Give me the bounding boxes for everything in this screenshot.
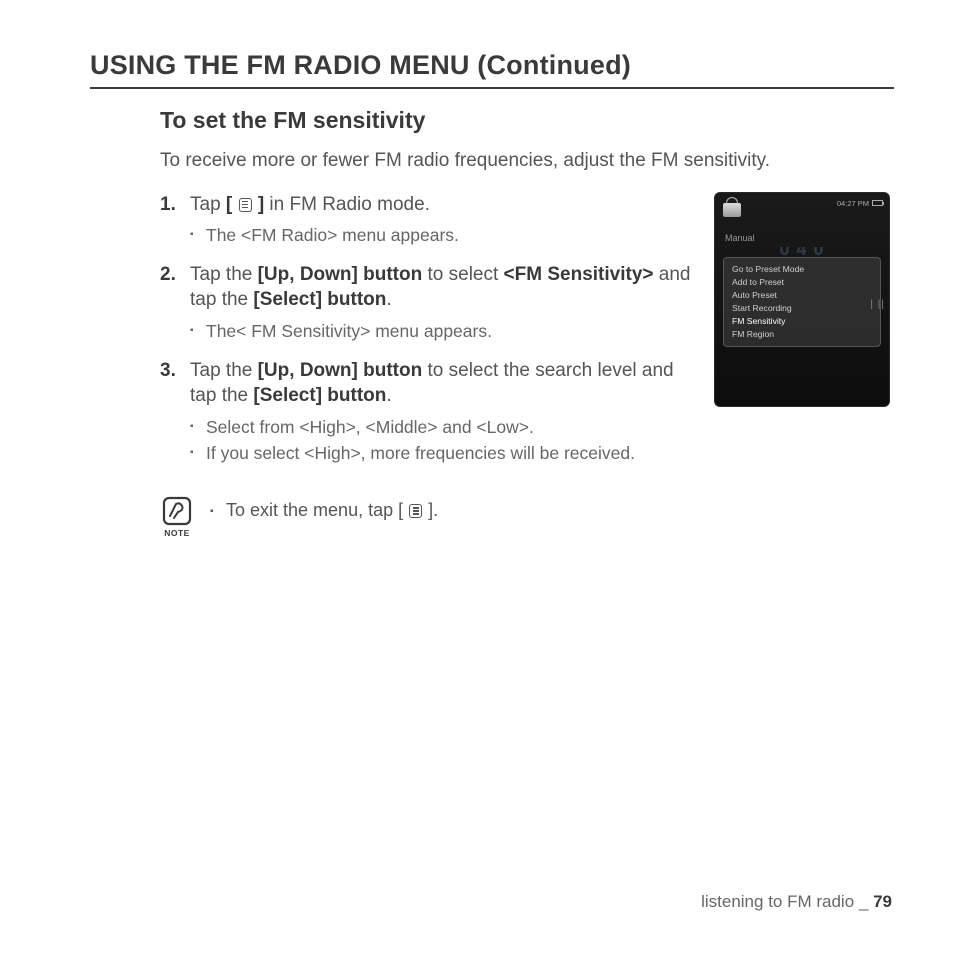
instructions-column: Tap [ ] in FM Radio mode. The <FM Radio>… xyxy=(160,192,696,538)
page-footer: listening to FM radio _ 79 xyxy=(701,892,892,912)
menu-item-preset-mode: Go to Preset Mode xyxy=(732,263,872,276)
menu-item-start-recording: Start Recording xyxy=(732,302,872,315)
signal-bars-icon: | || xyxy=(870,299,885,310)
device-mode: Manual xyxy=(715,221,889,247)
step-1-text: Tap xyxy=(190,194,226,215)
step-2-sub-1: The< FM Sensitivity> menu appears. xyxy=(190,319,696,344)
device-screenshot: 04:27 PM Manual 0 4 0 Go to Preset Mode … xyxy=(714,192,890,407)
step-1: Tap [ ] in FM Radio mode. The <FM Radio>… xyxy=(160,192,696,248)
step-2: Tap the [Up, Down] button to select <FM … xyxy=(160,262,696,344)
radio-icon xyxy=(723,203,741,217)
device-frequency: 0 4 0 xyxy=(715,247,889,255)
menu-item-fm-sensitivity: FM Sensitivity xyxy=(732,315,872,328)
menu-item-fm-region: FM Region xyxy=(732,328,872,341)
note-icon: NOTE xyxy=(160,496,194,538)
menu-icon xyxy=(409,504,422,518)
menu-item-auto-preset: Auto Preset xyxy=(732,289,872,302)
page-title: USING THE FM RADIO MENU (Continued) xyxy=(90,50,894,89)
note-text: To exit the menu, tap [ ]. xyxy=(210,496,438,521)
content-area: To set the FM sensitivity To receive mor… xyxy=(90,107,894,538)
intro-text: To receive more or fewer FM radio freque… xyxy=(160,148,894,174)
step-3-sub-2: If you select <High>, more frequencies w… xyxy=(190,441,696,466)
note-block: NOTE To exit the menu, tap [ ]. xyxy=(160,496,696,538)
battery-icon xyxy=(872,200,883,206)
section-subtitle: To set the FM sensitivity xyxy=(160,107,894,134)
step-3-sub-1: Select from <High>, <Middle> and <Low>. xyxy=(190,415,696,440)
menu-item-add-preset: Add to Preset xyxy=(732,276,872,289)
step-1-sub-1: The <FM Radio> menu appears. xyxy=(190,223,696,248)
device-menu-popup: Go to Preset Mode Add to Preset Auto Pre… xyxy=(723,257,881,347)
device-time: 04:27 PM xyxy=(837,199,869,208)
menu-icon xyxy=(239,198,252,212)
step-3: Tap the [Up, Down] button to select the … xyxy=(160,358,696,466)
